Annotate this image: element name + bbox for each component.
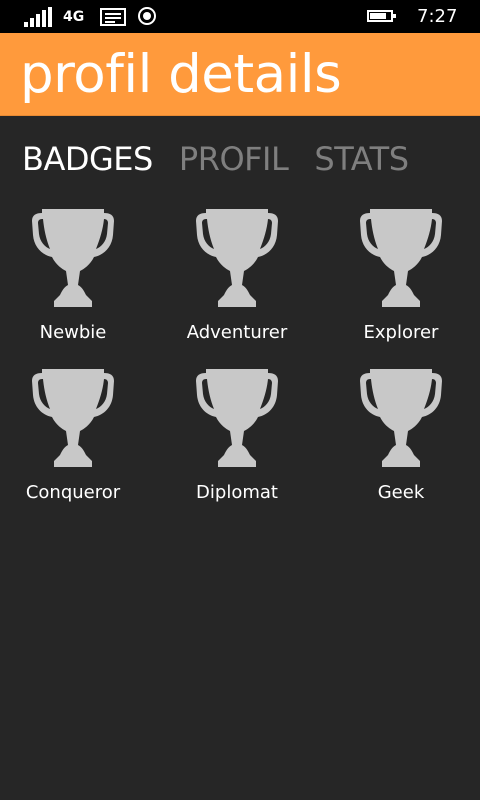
signal-strength-icon: [24, 7, 54, 27]
badge-label: Conqueror: [25, 482, 121, 503]
trophy-icon: [356, 207, 446, 311]
badge-diplomat[interactable]: Diplomat: [167, 367, 307, 517]
trophy-icon: [28, 367, 118, 471]
badge-label: Explorer: [363, 322, 439, 343]
badge-label: Geek: [377, 482, 425, 503]
badge-label: Adventurer: [186, 322, 288, 343]
badge-label: Newbie: [39, 322, 107, 343]
message-icon: [100, 8, 126, 26]
badge-newbie[interactable]: Newbie: [3, 207, 143, 357]
battery-icon: [367, 10, 396, 22]
status-time: 7:27: [417, 6, 458, 27]
trophy-icon: [28, 207, 118, 311]
badge-conqueror[interactable]: Conqueror: [3, 367, 143, 517]
tab-profil[interactable]: PROFIL: [179, 140, 289, 178]
trophy-icon: [356, 367, 446, 471]
pivot-tabs: BADGES PROFIL STATS: [22, 140, 430, 180]
status-bar: 4G 7:27: [0, 0, 480, 33]
badge-explorer[interactable]: Explorer: [331, 207, 471, 357]
page-header: profil details: [0, 33, 480, 116]
trophy-icon: [192, 207, 282, 311]
badge-geek[interactable]: Geek: [331, 367, 471, 517]
tab-badges[interactable]: BADGES: [22, 140, 153, 178]
network-type: 4G: [63, 9, 85, 25]
badge-adventurer[interactable]: Adventurer: [167, 207, 307, 357]
location-icon: [138, 7, 156, 25]
badge-label: Diplomat: [196, 482, 278, 503]
tab-stats[interactable]: STATS: [314, 140, 409, 178]
trophy-icon: [192, 367, 282, 471]
page-title: profil details: [20, 44, 342, 105]
